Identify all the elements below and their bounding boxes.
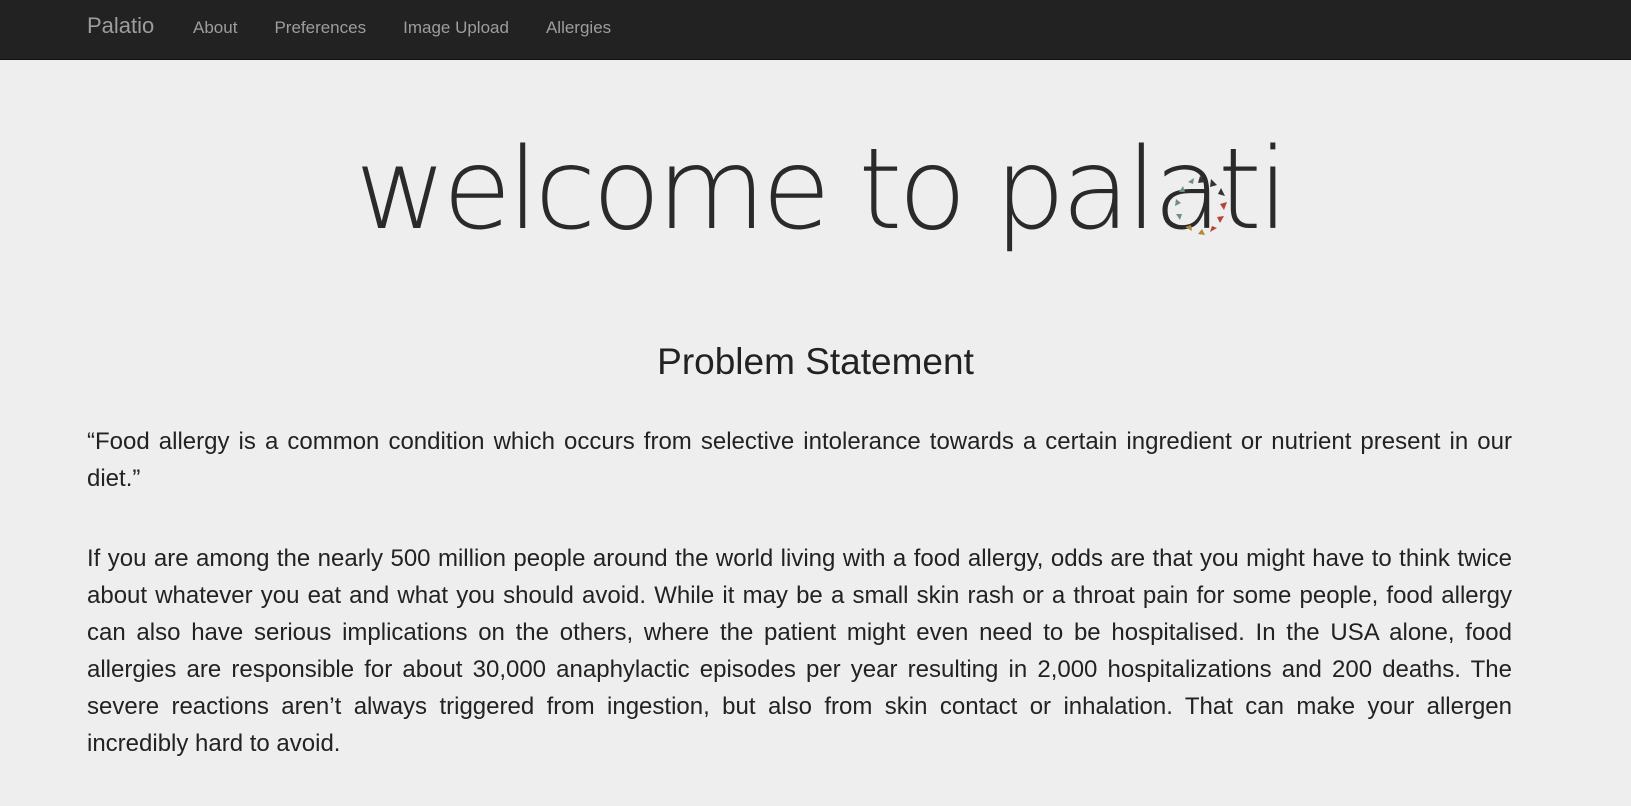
top-navbar: Palatio About Preferences Image Upload A… (0, 0, 1631, 60)
logo-triangle (1188, 178, 1194, 184)
nav-link-preferences[interactable]: Preferences (274, 18, 366, 37)
hero-title: welcome to palati (355, 125, 1289, 255)
nav-links: About Preferences Image Upload Allergies (193, 18, 648, 37)
problem-statement-heading: Problem Statement (657, 341, 974, 382)
allergy-quote: “Food allergy is a common condition whic… (87, 423, 1512, 497)
hero-banner: welcome to palati (0, 60, 1631, 300)
logo-triangle (1210, 226, 1217, 232)
logo-triangle (1218, 188, 1225, 196)
logo-triangle (1198, 229, 1205, 235)
nav-link-allergies[interactable]: Allergies (546, 18, 611, 37)
logo-triangle (1176, 214, 1182, 220)
logo-triangle (1185, 225, 1192, 231)
quote-text: “Food allergy is a common condition whic… (87, 428, 1512, 492)
logo-triangle (1175, 199, 1181, 206)
nav-link-image-upload[interactable]: Image Upload (403, 18, 509, 37)
logo-triangle (1220, 202, 1227, 210)
logo-triangle (1198, 176, 1206, 183)
nav-link-about[interactable]: About (193, 18, 237, 37)
description-text: If you are among the nearly 500 million … (87, 545, 1512, 757)
palatio-o-logo-icon (1175, 176, 1227, 235)
problem-description: If you are among the nearly 500 million … (87, 540, 1512, 762)
brand-link[interactable]: Palatio (87, 15, 154, 37)
logo-triangle (1179, 186, 1185, 192)
logo-triangle (1217, 216, 1224, 223)
logo-triangle (1210, 179, 1217, 187)
